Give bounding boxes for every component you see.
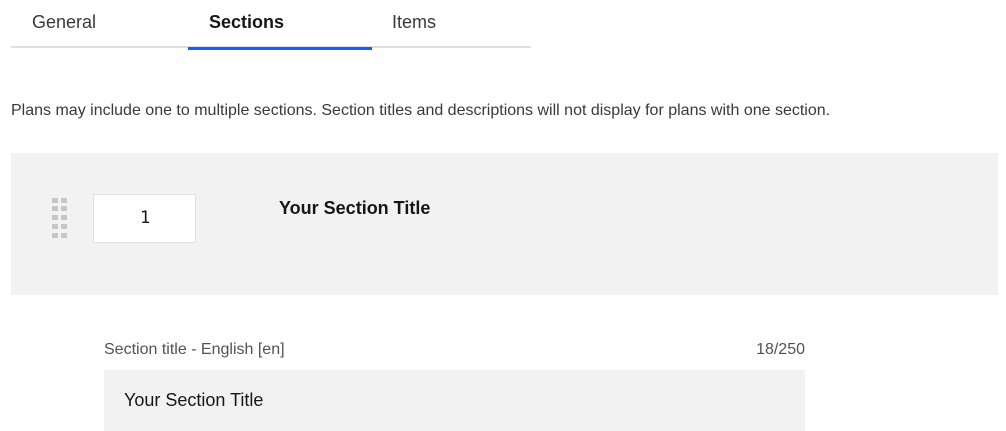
character-counter: 18/250 xyxy=(756,341,805,358)
page: General Sections Items Plans may include… xyxy=(0,0,1006,431)
sections-description: Plans may include one to multiple sectio… xyxy=(11,102,831,119)
tab-sections[interactable]: Sections xyxy=(188,0,372,50)
drag-handle-icon[interactable] xyxy=(52,198,70,242)
section-row: 1 Your Section Title xyxy=(11,153,998,295)
section-title-input[interactable]: Your Section Title xyxy=(104,370,805,431)
section-title-label: Section title - English [en] xyxy=(104,341,285,358)
section-heading: Your Section Title xyxy=(279,198,431,218)
tab-general[interactable]: General xyxy=(32,0,96,48)
tab-bar: General Sections Items xyxy=(11,0,531,50)
section-order-input[interactable]: 1 xyxy=(93,194,196,243)
tab-items[interactable]: Items xyxy=(392,0,436,48)
